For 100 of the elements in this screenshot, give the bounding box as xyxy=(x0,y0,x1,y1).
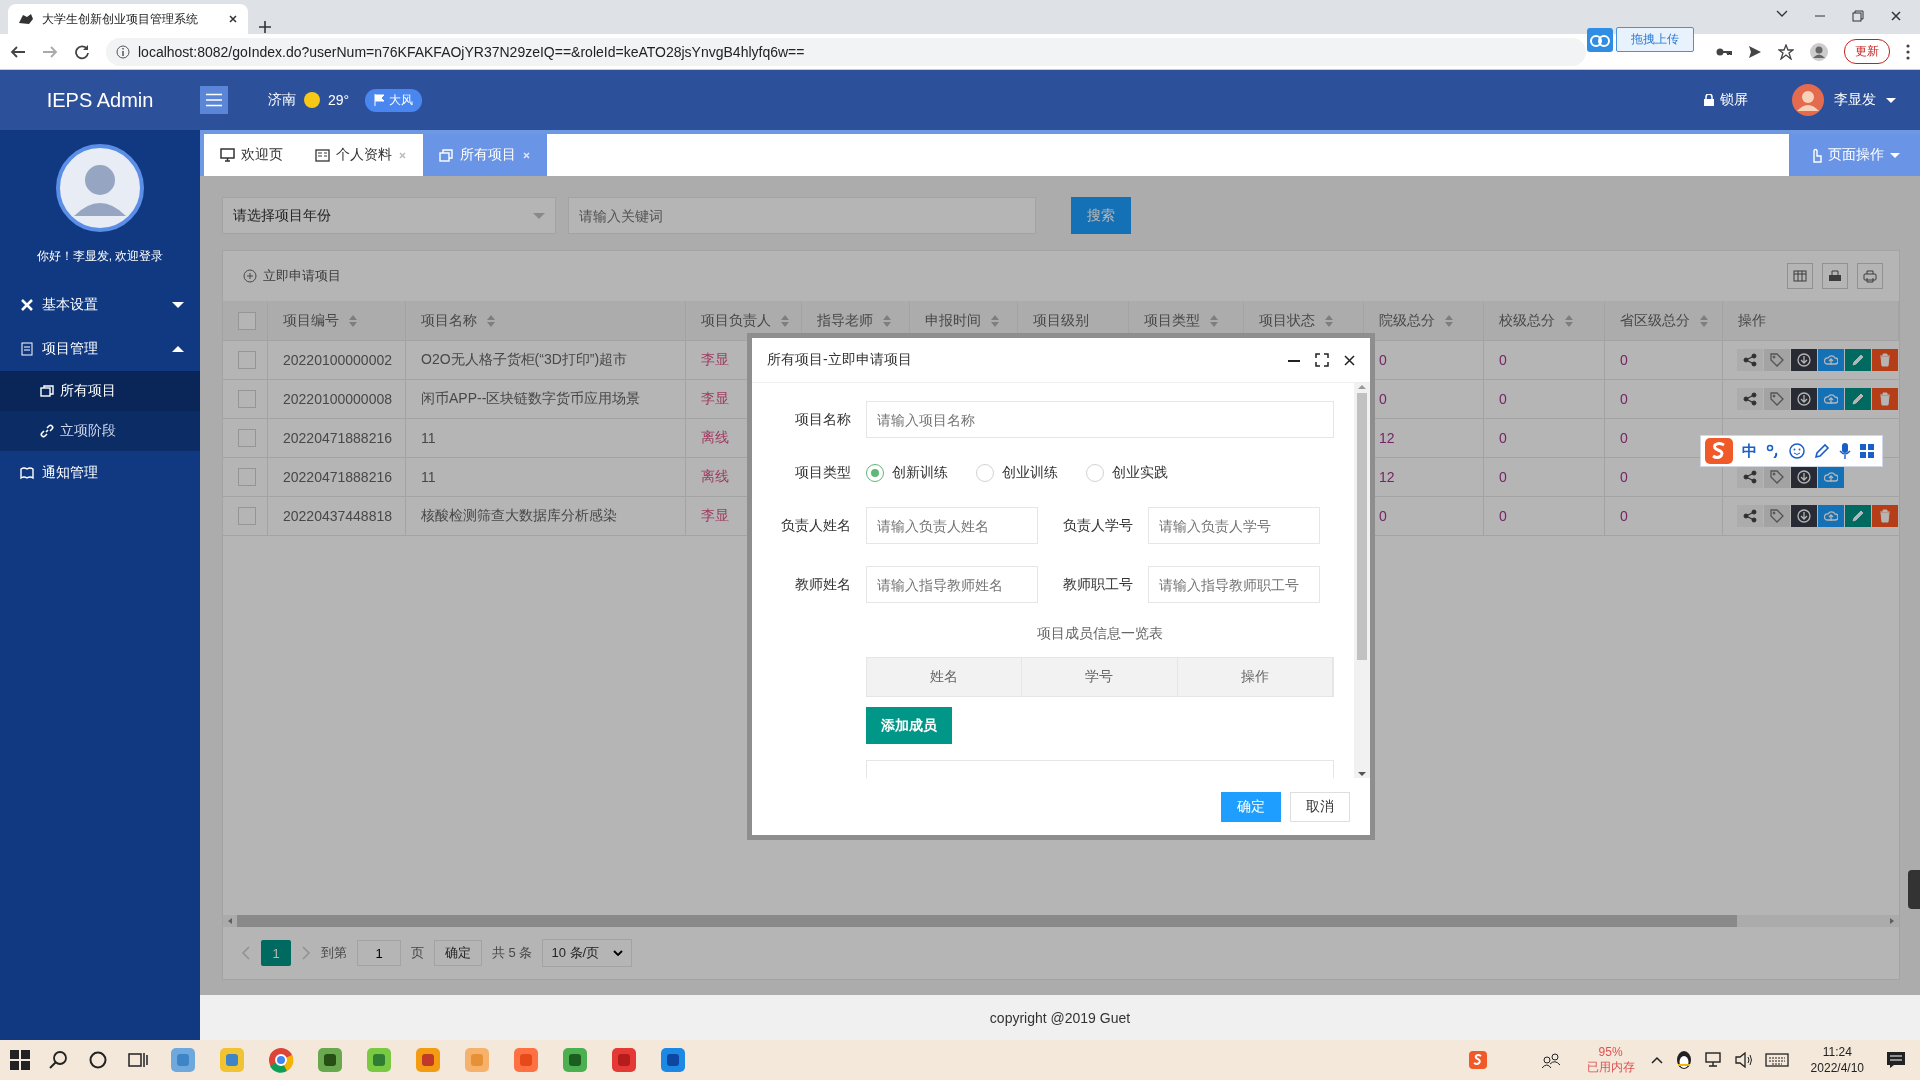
text-field[interactable]: 请输入指导教师职工号 xyxy=(1148,566,1320,603)
emoji-icon[interactable] xyxy=(1789,443,1805,459)
close-icon[interactable] xyxy=(1890,10,1902,22)
share-button[interactable] xyxy=(1737,349,1763,371)
microphone-icon[interactable] xyxy=(1839,443,1851,459)
column-header[interactable]: 院级总分 xyxy=(1364,301,1484,341)
column-header[interactable]: 项目负责人 xyxy=(686,301,802,341)
radio-label[interactable]: 创新训练 xyxy=(892,463,948,482)
maximize-icon[interactable] xyxy=(1315,353,1329,367)
text-field[interactable]: 请输入负责人姓名 xyxy=(866,507,1038,544)
address-field[interactable]: localhost:8082/goIndex.do?userNum=n76KFAKFAOjYR37N29zeIQ==&roleId=keATO28jsYnvgB4hlyfq6w== xyxy=(106,37,1586,66)
menu-item[interactable]: 通知管理 xyxy=(0,451,200,495)
app-icon[interactable] xyxy=(561,1046,589,1074)
checkbox[interactable] xyxy=(238,351,256,369)
volume-icon[interactable] xyxy=(1734,1052,1753,1068)
text-field[interactable]: 请输入项目名称 xyxy=(866,401,1334,438)
cloud-icon[interactable] xyxy=(1587,27,1613,52)
back-icon[interactable] xyxy=(10,43,26,60)
app-icon[interactable] xyxy=(659,1046,687,1074)
delete-button[interactable] xyxy=(1872,388,1898,410)
user-name[interactable]: 李显发 xyxy=(1834,91,1876,109)
keyboard-icon[interactable] xyxy=(1764,1052,1789,1068)
browser-icon[interactable] xyxy=(267,1046,295,1074)
caret-up-icon[interactable] xyxy=(1650,1056,1663,1064)
key-icon[interactable] xyxy=(1716,46,1732,57)
download-button[interactable] xyxy=(1791,388,1817,410)
year-select[interactable]: 请选择项目年份 xyxy=(222,197,556,234)
windows-icon[interactable] xyxy=(10,1050,30,1070)
app-icon[interactable] xyxy=(365,1046,393,1074)
ime-icon[interactable] xyxy=(1468,1051,1487,1069)
send-icon[interactable] xyxy=(1748,44,1762,59)
add-member-button[interactable]: 添加成员 xyxy=(866,707,952,744)
caret-down-icon[interactable] xyxy=(1886,97,1896,103)
export-button[interactable] xyxy=(1822,263,1848,289)
page-tab[interactable]: 欢迎页 xyxy=(204,134,299,176)
checkbox[interactable] xyxy=(238,429,256,447)
checkbox[interactable] xyxy=(238,390,256,408)
text-field[interactable]: 请输入指导教师姓名 xyxy=(866,566,1038,603)
radio-label[interactable]: 创业实践 xyxy=(1112,463,1168,482)
share-button[interactable] xyxy=(1737,388,1763,410)
horizontal-scrollbar[interactable] xyxy=(223,915,1899,927)
confirm-button[interactable]: 确定 xyxy=(434,940,482,966)
download-button[interactable] xyxy=(1791,466,1817,488)
menu-button[interactable] xyxy=(200,86,228,114)
pen-icon[interactable] xyxy=(1814,443,1830,459)
column-header[interactable]: 项目编号 xyxy=(268,301,406,341)
reload-icon[interactable] xyxy=(74,43,90,60)
new-tab-icon[interactable] xyxy=(258,20,272,34)
circle-icon[interactable] xyxy=(89,1051,107,1069)
browser-tab[interactable]: 大学生创新创业项目管理系统 xyxy=(8,4,248,34)
columns-button[interactable] xyxy=(1787,263,1813,289)
penguin-icon[interactable] xyxy=(1674,1050,1693,1070)
menu-item[interactable]: 项目管理 xyxy=(0,327,200,371)
download-button[interactable] xyxy=(1791,505,1817,527)
upload-button[interactable] xyxy=(1818,466,1844,488)
close-icon[interactable] xyxy=(1343,353,1356,367)
delete-button[interactable] xyxy=(1872,349,1898,371)
more-icon[interactable] xyxy=(1906,43,1910,60)
column-header[interactable]: 校级总分 xyxy=(1484,301,1605,341)
restore-icon[interactable] xyxy=(1852,10,1864,22)
tag-button[interactable] xyxy=(1764,388,1790,410)
share-button[interactable] xyxy=(1737,505,1763,527)
print-button[interactable] xyxy=(1857,263,1883,289)
grid-icon[interactable] xyxy=(1860,444,1874,458)
network-icon[interactable] xyxy=(1704,1052,1723,1068)
input-mode-toggle[interactable]: 中 xyxy=(1742,441,1757,461)
avatar-icon[interactable] xyxy=(1792,84,1824,116)
upload-extension-button[interactable]: 拖拽上传 xyxy=(1616,27,1694,52)
checkbox[interactable] xyxy=(238,468,256,486)
tag-button[interactable] xyxy=(1764,349,1790,371)
column-header[interactable]: 省区级总分 xyxy=(1605,301,1723,341)
edit-button[interactable] xyxy=(1845,349,1871,371)
task-view-icon[interactable] xyxy=(128,1051,148,1069)
update-button[interactable]: 更新 xyxy=(1844,39,1890,64)
download-button[interactable] xyxy=(1791,349,1817,371)
submenu-item[interactable]: 所有项目 xyxy=(0,371,200,411)
cancel-button[interactable]: 取消 xyxy=(1290,791,1350,822)
lock-screen-button[interactable]: 锁屏 xyxy=(1704,91,1748,109)
page-size-select[interactable]: 10 条/页 xyxy=(542,939,633,967)
menu-item[interactable]: 基本设置 xyxy=(0,283,200,327)
submenu-item[interactable]: 立项阶段 xyxy=(0,411,200,451)
column-header[interactable]: 项目名称 xyxy=(406,301,686,341)
people-icon[interactable] xyxy=(1540,1051,1561,1069)
close-icon[interactable] xyxy=(228,14,238,24)
radio-label[interactable]: 创业训练 xyxy=(1002,463,1058,482)
star-icon[interactable] xyxy=(1778,43,1794,60)
profile-icon[interactable] xyxy=(1810,42,1828,61)
app-icon[interactable] xyxy=(316,1046,344,1074)
tag-button[interactable] xyxy=(1764,466,1790,488)
vertical-scrollbar[interactable] xyxy=(1354,383,1370,778)
keyword-field[interactable]: 请输入关键词 xyxy=(568,197,1036,234)
delete-button[interactable] xyxy=(1872,505,1898,527)
caret-down-icon[interactable] xyxy=(1776,10,1788,18)
forward-icon[interactable] xyxy=(42,43,58,60)
checkbox[interactable] xyxy=(238,311,256,330)
page-tab[interactable]: 个人资料 xyxy=(299,134,423,176)
punctuation-icon[interactable] xyxy=(1766,444,1780,458)
clock[interactable]: 11:24 2022/4/10 xyxy=(1810,1044,1864,1076)
notification-icon[interactable] xyxy=(1886,1051,1906,1069)
app-icon[interactable] xyxy=(414,1046,442,1074)
